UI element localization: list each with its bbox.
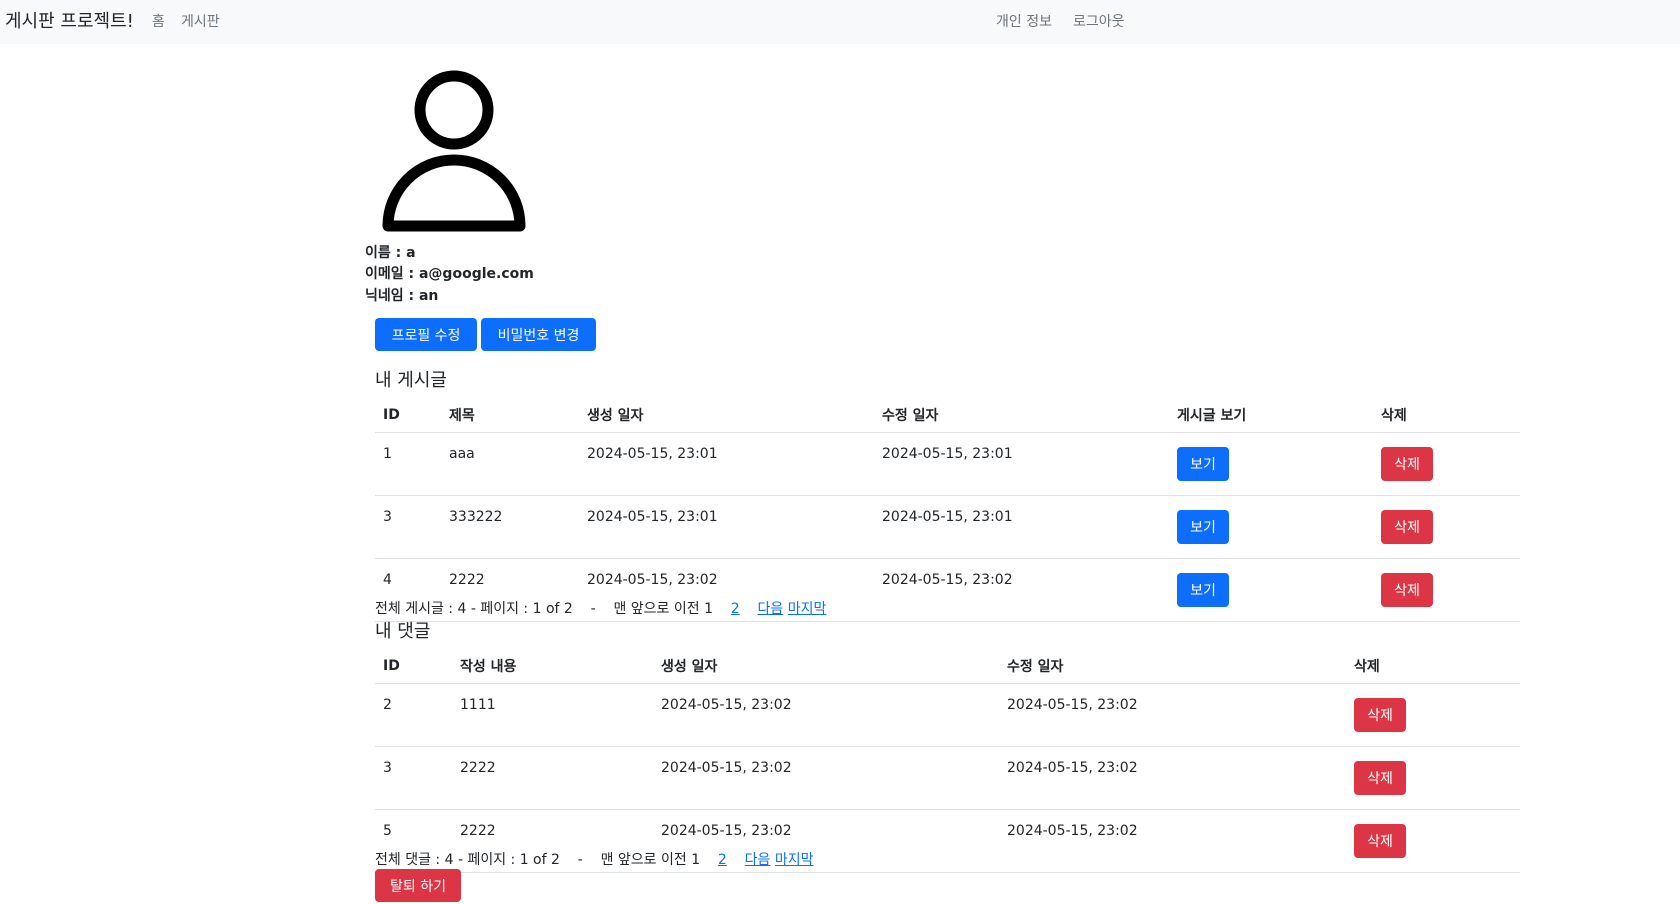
post-view-cell: 보기 <box>1169 495 1373 559</box>
nav-link-board[interactable]: 게시판 <box>181 11 220 31</box>
posts-header-view: 게시글 보기 <box>1169 397 1373 433</box>
post-created: 2024-05-15, 23:01 <box>579 432 874 496</box>
delete-post-button[interactable]: 삭제 <box>1381 447 1433 481</box>
comments-header-content: 작성 내용 <box>452 648 653 684</box>
nav-link-home[interactable]: 홈 <box>152 11 165 31</box>
edit-profile-button[interactable]: 프로필 수정 <box>375 318 477 351</box>
posts-table: ID 제목 생성 일자 수정 일자 게시글 보기 삭제 1 aaa 2024-0… <box>375 397 1520 622</box>
comments-page-2-link[interactable]: 2 <box>718 852 727 868</box>
posts-header-modified: 수정 일자 <box>874 397 1169 433</box>
comments-header-created: 생성 일자 <box>653 648 999 684</box>
comment-modified: 2024-05-15, 23:02 <box>999 809 1346 873</box>
comment-id: 2 <box>375 683 452 747</box>
comments-pagination: 전체 댓글 : 4 - 페이지 : 1 of 2 - 맨 앞으로 이전 1 2 … <box>375 849 814 869</box>
comments-next-link[interactable]: 다음 <box>745 852 771 868</box>
comments-header-row: ID 작성 내용 생성 일자 수정 일자 삭제 <box>375 648 1520 684</box>
profile-nickname: 닉네임 : an <box>365 288 439 304</box>
delete-comment-button[interactable]: 삭제 <box>1354 698 1406 732</box>
comment-created: 2024-05-15, 23:02 <box>653 746 999 810</box>
delete-comment-button[interactable]: 삭제 <box>1354 761 1406 795</box>
comments-header-id: ID <box>375 648 452 684</box>
posts-next-link[interactable]: 다음 <box>758 601 784 617</box>
post-id: 3 <box>375 495 441 559</box>
change-password-button[interactable]: 비밀번호 변경 <box>481 318 596 351</box>
posts-section-title: 내 게시글 <box>375 370 447 391</box>
posts-pagination-summary: 전체 게시글 : 4 - 페이지 : 1 of 2 - 맨 앞으로 이전 1 <box>375 601 731 617</box>
posts-pagination: 전체 게시글 : 4 - 페이지 : 1 of 2 - 맨 앞으로 이전 1 2… <box>375 598 826 618</box>
view-post-button[interactable]: 보기 <box>1177 447 1229 481</box>
comment-delete-cell: 삭제 <box>1346 809 1520 873</box>
comment-modified: 2024-05-15, 23:02 <box>999 746 1346 810</box>
post-delete-cell: 삭제 <box>1373 495 1520 559</box>
post-id: 1 <box>375 432 441 496</box>
view-post-button[interactable]: 보기 <box>1177 573 1229 607</box>
comment-id: 3 <box>375 746 452 810</box>
delete-comment-button[interactable]: 삭제 <box>1354 824 1406 858</box>
posts-header-title: 제목 <box>441 397 579 433</box>
comments-pagination-summary: 전체 댓글 : 4 - 페이지 : 1 of 2 - 맨 앞으로 이전 1 <box>375 852 718 868</box>
post-modified: 2024-05-15, 23:02 <box>874 558 1169 622</box>
withdraw-button[interactable]: 탈퇴 하기 <box>375 869 461 902</box>
post-delete-cell: 삭제 <box>1373 432 1520 496</box>
table-row: 3 2222 2024-05-15, 23:02 2024-05-15, 23:… <box>375 746 1520 810</box>
comments-last-link[interactable]: 마지막 <box>775 852 814 868</box>
nav-link-logout[interactable]: 로그아웃 <box>1073 11 1125 31</box>
posts-last-link[interactable]: 마지막 <box>788 601 827 617</box>
nav-link-profile[interactable]: 개인 정보 <box>996 11 1052 31</box>
table-row: 3 333222 2024-05-15, 23:01 2024-05-15, 2… <box>375 495 1520 559</box>
post-modified: 2024-05-15, 23:01 <box>874 432 1169 496</box>
comment-content: 1111 <box>452 683 653 747</box>
person-icon <box>382 70 526 232</box>
navbar: 게시판 프로젝트! 홈 게시판 개인 정보 로그아웃 <box>0 0 1680 44</box>
posts-header-created: 생성 일자 <box>579 397 874 433</box>
comment-delete-cell: 삭제 <box>1346 683 1520 747</box>
comment-modified: 2024-05-15, 23:02 <box>999 683 1346 747</box>
post-modified: 2024-05-15, 23:01 <box>874 495 1169 559</box>
delete-post-button[interactable]: 삭제 <box>1381 573 1433 607</box>
post-title: aaa <box>441 432 579 496</box>
comments-table: ID 작성 내용 생성 일자 수정 일자 삭제 2 1111 2024-05-1… <box>375 648 1520 873</box>
navbar-brand[interactable]: 게시판 프로젝트! <box>5 7 134 33</box>
comments-header-delete: 삭제 <box>1346 648 1520 684</box>
post-view-cell: 보기 <box>1169 558 1373 622</box>
view-post-button[interactable]: 보기 <box>1177 510 1229 544</box>
post-delete-cell: 삭제 <box>1373 558 1520 622</box>
delete-post-button[interactable]: 삭제 <box>1381 510 1433 544</box>
profile-name: 이름 : a <box>365 245 416 261</box>
comment-content: 2222 <box>452 746 653 810</box>
comments-header-modified: 수정 일자 <box>999 648 1346 684</box>
table-row: 1 aaa 2024-05-15, 23:01 2024-05-15, 23:0… <box>375 432 1520 496</box>
post-view-cell: 보기 <box>1169 432 1373 496</box>
profile-email: 이메일 : a@google.com <box>365 266 534 282</box>
comment-delete-cell: 삭제 <box>1346 746 1520 810</box>
posts-header-delete: 삭제 <box>1373 397 1520 433</box>
posts-header-row: ID 제목 생성 일자 수정 일자 게시글 보기 삭제 <box>375 397 1520 433</box>
comments-section-title: 내 댓글 <box>375 621 431 642</box>
posts-header-id: ID <box>375 397 441 433</box>
post-title: 333222 <box>441 495 579 559</box>
comment-created: 2024-05-15, 23:02 <box>653 683 999 747</box>
post-created: 2024-05-15, 23:01 <box>579 495 874 559</box>
posts-page-2-link[interactable]: 2 <box>731 601 740 617</box>
table-row: 2 1111 2024-05-15, 23:02 2024-05-15, 23:… <box>375 683 1520 747</box>
